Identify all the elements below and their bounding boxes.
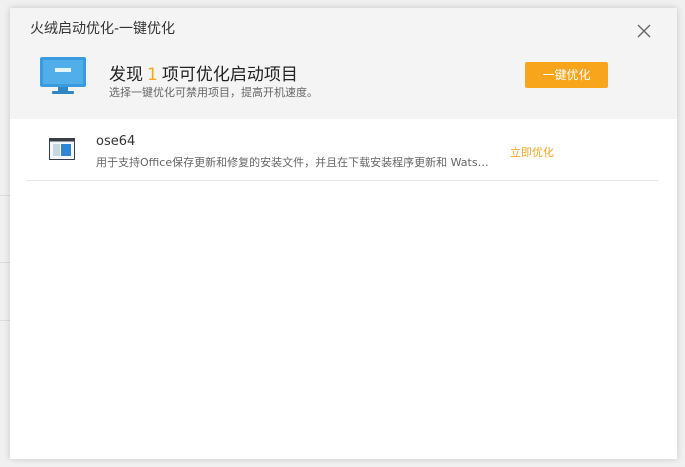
optimize-all-button[interactable]: 一键优化 xyxy=(525,62,608,88)
headline: 发现 1 项可优化启动项目 xyxy=(109,60,298,85)
startup-item-list: ose64 用于支持Office保存更新和修复的安装文件，并且在下载安装程序更新… xyxy=(26,119,658,181)
background-divider xyxy=(0,262,10,263)
list-item: ose64 用于支持Office保存更新和修复的安装文件，并且在下载安装程序更新… xyxy=(26,119,658,181)
monitor-icon xyxy=(40,57,86,95)
headline-prefix: 发现 xyxy=(109,65,143,85)
close-button[interactable] xyxy=(637,24,653,40)
dialog-title: 火绒启动优化-一键优化 xyxy=(30,21,176,37)
background-divider xyxy=(0,320,10,321)
dialog-header: 火绒启动优化-一键优化 发现 1 项可优化启动项目 选择一键优化可禁用项目，提高开机… xyxy=(10,8,677,119)
item-name: ose64 xyxy=(96,134,136,149)
background-divider xyxy=(0,195,10,196)
close-icon xyxy=(637,24,651,38)
item-description: 用于支持Office保存更新和修复的安装文件，并且在下载安装程序更新和 Wats… xyxy=(96,156,494,169)
window-app-icon xyxy=(49,138,75,160)
optimize-now-link[interactable]: 立即优化 xyxy=(510,144,554,160)
headline-suffix: 项可优化启动项目 xyxy=(161,65,298,85)
headline-subtitle: 选择一键优化可禁用项目，提高开机速度。 xyxy=(109,86,318,99)
headline-count: 1 xyxy=(147,65,158,85)
optimize-dialog: 火绒启动优化-一键优化 发现 1 项可优化启动项目 选择一键优化可禁用项目，提高开机… xyxy=(10,8,677,459)
